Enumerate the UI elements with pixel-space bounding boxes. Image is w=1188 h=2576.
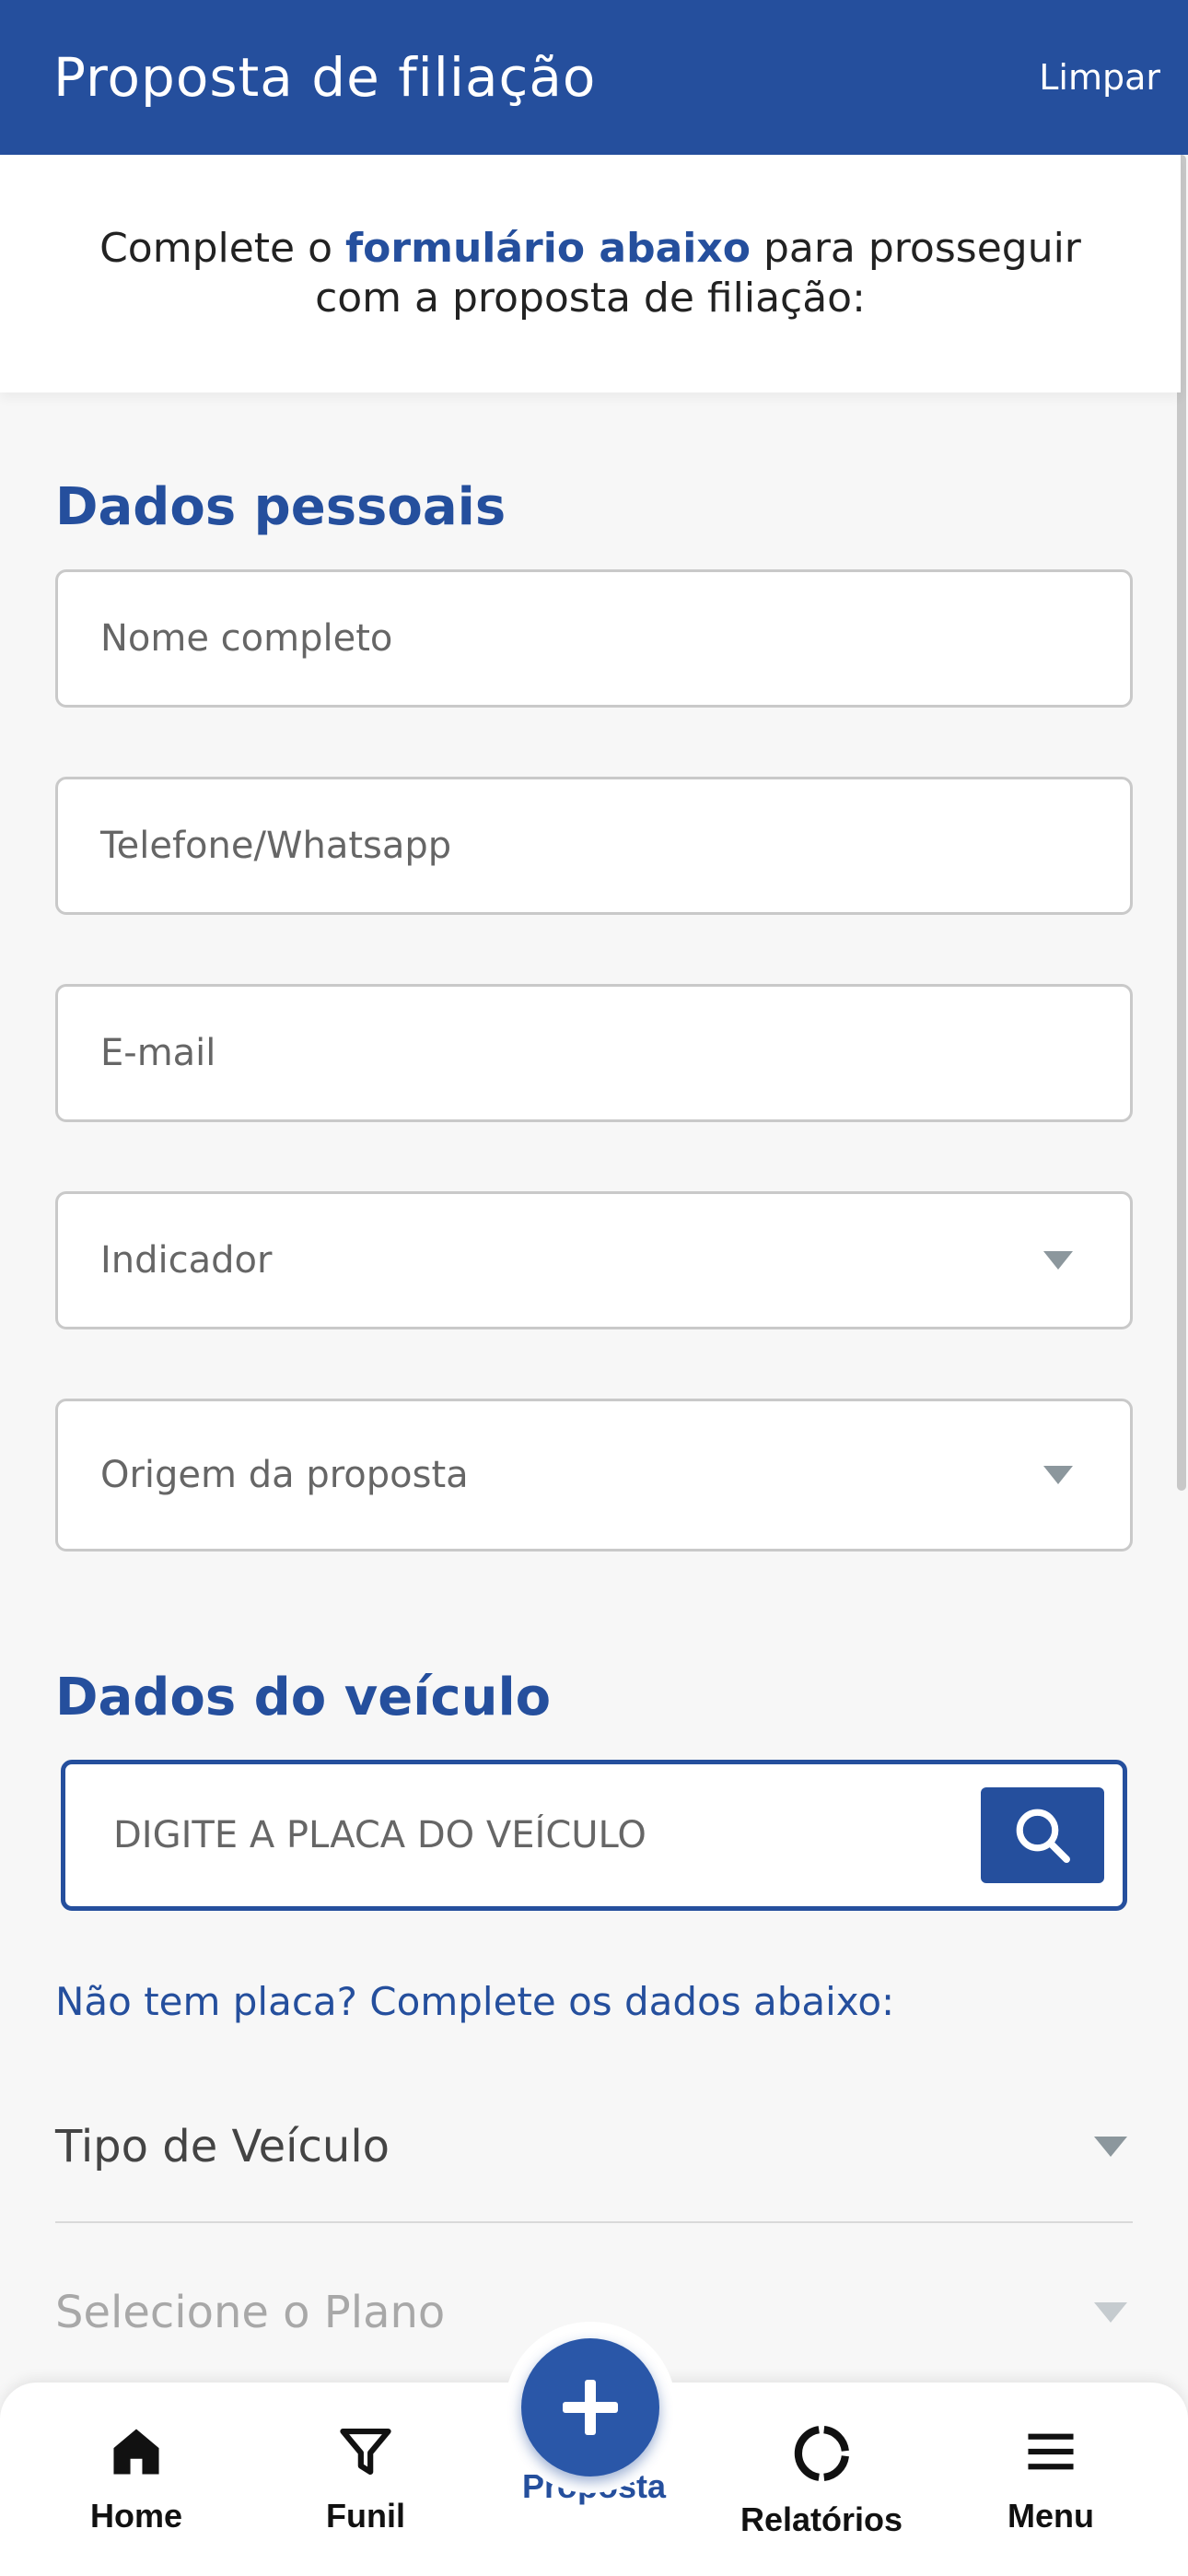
indicator-select[interactable]: Indicador [55, 1191, 1133, 1329]
chevron-down-icon [1094, 2302, 1127, 2323]
page-title: Proposta de filiação [53, 46, 597, 109]
plate-input[interactable] [113, 1814, 981, 1856]
intro-highlight: formulário abaixo [345, 225, 751, 272]
divider [55, 2221, 1133, 2223]
nav-item-funnel[interactable]: Funil [264, 2383, 467, 2576]
phone-placeholder: Telefone/Whatsapp [100, 825, 452, 867]
indicator-placeholder: Indicador [100, 1239, 273, 1282]
plate-search-box [61, 1760, 1127, 1911]
phone-field[interactable]: Telefone/Whatsapp [55, 777, 1133, 915]
chevron-down-icon [1094, 2137, 1127, 2157]
origin-select[interactable]: Origem da proposta [55, 1399, 1133, 1551]
donut-chart-icon [794, 2426, 849, 2481]
chevron-down-icon [1043, 1251, 1073, 1270]
hamburger-menu-icon [1028, 2433, 1074, 2470]
app-bar: Proposta de filiação Limpar [0, 0, 1188, 155]
plus-icon [563, 2380, 618, 2435]
name-field[interactable]: Nome completo [55, 569, 1133, 708]
nav-item-home[interactable]: Home [35, 2383, 238, 2576]
home-icon [113, 2429, 159, 2475]
clear-button[interactable]: Limpar [1039, 57, 1160, 98]
search-icon [1016, 1809, 1070, 1863]
no-plate-hint: Não tem placa? Complete os dados abaixo: [55, 1979, 895, 2024]
intro-text: Complete o formulário abaixo para prosse… [99, 225, 1081, 322]
origin-placeholder: Origem da proposta [100, 1454, 469, 1496]
nav-item-menu[interactable]: Menu [949, 2383, 1152, 2576]
section-title-vehicle: Dados do veículo [55, 1668, 552, 1727]
nav-item-reports[interactable]: Relatórios [720, 2383, 923, 2576]
intro-card: Complete o formulário abaixo para prosse… [0, 155, 1181, 392]
funnel-icon [340, 2428, 391, 2476]
email-placeholder: E-mail [100, 1032, 216, 1074]
vehicle-type-select[interactable]: Tipo de Veículo [55, 2082, 1133, 2211]
name-placeholder: Nome completo [100, 617, 393, 660]
email-field[interactable]: E-mail [55, 984, 1133, 1122]
add-proposal-button[interactable] [521, 2338, 659, 2476]
vehicle-type-placeholder: Tipo de Veículo [55, 2121, 390, 2172]
chevron-down-icon [1043, 1466, 1073, 1484]
search-button[interactable] [981, 1787, 1104, 1883]
section-title-personal: Dados pessoais [55, 477, 507, 537]
